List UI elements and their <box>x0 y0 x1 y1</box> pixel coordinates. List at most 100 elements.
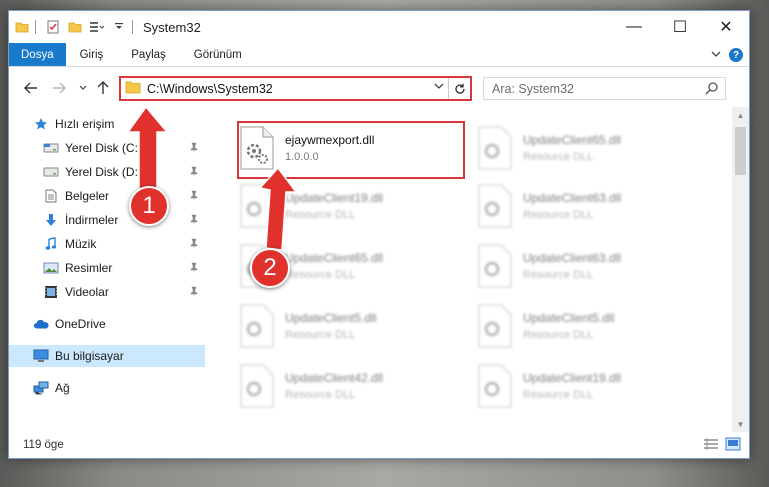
file-description: Resource DLL <box>285 389 356 401</box>
file-item[interactable]: UpdateClient63.dll Resource DLL <box>467 239 693 293</box>
sidebar-item-label: Bu bilgisayar <box>55 349 124 363</box>
scroll-thumb[interactable] <box>735 127 746 175</box>
sidebar-item-network[interactable]: Ağ <box>9 377 205 399</box>
cloud-icon <box>33 316 49 332</box>
download-icon <box>43 212 59 228</box>
file-item[interactable]: UpdateClient42.dll Resource DLL <box>229 359 455 413</box>
customize-toolbar-icon[interactable] <box>88 18 106 36</box>
file-name: UpdateClient19.dll <box>523 371 622 385</box>
new-folder-icon[interactable] <box>66 18 84 36</box>
sidebar-item-pictures[interactable]: Resimler <box>9 257 205 279</box>
computer-icon <box>33 348 49 364</box>
dll-file-icon <box>237 363 277 409</box>
pin-icon[interactable] <box>189 238 199 248</box>
tab-dosya[interactable]: Dosya <box>9 43 66 66</box>
close-button[interactable]: ✕ <box>703 11 749 43</box>
pin-icon[interactable] <box>189 214 199 224</box>
back-button[interactable] <box>21 77 41 99</box>
search-input[interactable] <box>492 81 692 96</box>
tab-paylas[interactable]: Paylaş <box>117 43 180 66</box>
ribbon-tabs: Dosya Giriş Paylaş Görünüm ? <box>9 43 749 67</box>
address-bar[interactable]: C:\Windows\System32 <box>119 76 472 101</box>
title-bar: System32 — ☐ ✕ <box>9 11 749 43</box>
up-button[interactable] <box>93 77 113 99</box>
star-icon <box>33 116 49 132</box>
file-item[interactable]: UpdateClient63.dll Resource DLL <box>467 179 693 233</box>
sidebar-item-documents[interactable]: Belgeler <box>9 185 205 207</box>
address-path[interactable]: C:\Windows\System32 <box>147 82 273 96</box>
chevron-down-icon[interactable] <box>711 48 721 62</box>
tab-gorunum[interactable]: Görünüm <box>180 43 256 66</box>
details-view-icon[interactable] <box>703 437 719 454</box>
tab-giris[interactable]: Giriş <box>66 43 118 66</box>
sidebar-item-quick-access[interactable]: Hızlı erişim <box>9 113 205 135</box>
large-icons-view-icon[interactable] <box>725 437 741 454</box>
file-description: Resource DLL <box>523 269 594 281</box>
file-item[interactable]: UpdateClient5.dll Resource DLL <box>467 299 693 353</box>
refresh-button[interactable] <box>448 78 470 99</box>
pictures-icon <box>43 260 59 276</box>
address-dropdown-icon[interactable] <box>434 81 444 93</box>
toolbar-separator <box>35 20 36 34</box>
dll-file-icon <box>475 125 515 171</box>
sidebar-item-videos[interactable]: Videolar <box>9 281 205 303</box>
sidebar-item-this-pc[interactable]: Bu bilgisayar <box>9 345 205 367</box>
file-name: UpdateClient42.dll <box>285 371 384 385</box>
search-icon[interactable] <box>705 81 719 98</box>
scroll-up-arrow[interactable]: ▲ <box>732 107 749 123</box>
sidebar-item-label: Müzik <box>65 237 97 251</box>
document-icon <box>43 188 59 204</box>
highlight-box <box>237 121 465 179</box>
step-badge-2: 2 <box>250 248 290 288</box>
pin-icon[interactable] <box>189 262 199 272</box>
file-description: Resource DLL <box>285 269 356 281</box>
file-name: UpdateClient5.dll <box>285 311 377 325</box>
sidebar-item-onedrive[interactable]: OneDrive <box>9 313 205 335</box>
sidebar-item-downloads[interactable]: İndirmeler <box>9 209 205 231</box>
dll-file-icon <box>475 243 515 289</box>
sidebar-item-local-disk-c[interactable]: Yerel Disk (C:) <box>9 137 205 159</box>
quick-access-dropdown-icon[interactable] <box>110 18 128 36</box>
dll-file-icon <box>475 183 515 229</box>
file-item[interactable]: UpdateClient65.dll Resource DLL <box>467 121 693 175</box>
recent-locations-button[interactable] <box>73 77 93 99</box>
file-name: UpdateClient63.dll <box>523 251 622 265</box>
item-count: 119 öge <box>23 439 64 451</box>
sidebar-item-label: Belgeler <box>65 189 110 203</box>
pin-icon[interactable] <box>189 190 199 200</box>
title-separator <box>132 20 133 34</box>
ribbon-right-controls: ? <box>711 43 743 67</box>
sidebar-item-label: Yerel Disk (D:) <box>65 165 142 179</box>
file-description: Resource DLL <box>523 151 594 163</box>
maximize-button[interactable]: ☐ <box>657 11 703 43</box>
minimize-button[interactable]: — <box>611 11 657 43</box>
folder-icon <box>13 18 31 36</box>
scroll-down-arrow[interactable]: ▼ <box>732 416 749 432</box>
drive-icon <box>43 140 59 156</box>
help-button[interactable]: ? <box>729 48 743 62</box>
sidebar-item-local-disk-d[interactable]: Yerel Disk (D:) <box>9 161 205 183</box>
window-title: System32 <box>143 19 201 35</box>
pin-icon[interactable] <box>189 166 199 176</box>
forward-button[interactable] <box>49 77 69 99</box>
music-icon <box>43 236 59 252</box>
file-name: UpdateClient5.dll <box>523 311 615 325</box>
sidebar-item-music[interactable]: Müzik <box>9 233 205 255</box>
sidebar-item-label: Hızlı erişim <box>55 117 115 131</box>
arrow-right-icon <box>53 82 66 94</box>
dll-file-icon <box>237 303 277 349</box>
pin-icon[interactable] <box>189 286 199 296</box>
arrow-up-icon <box>97 81 109 94</box>
file-description: Resource DLL <box>523 389 594 401</box>
file-item[interactable]: UpdateClient19.dll Resource DLL <box>467 359 693 413</box>
pin-icon[interactable] <box>189 142 199 152</box>
sidebar-item-label: OneDrive <box>55 317 106 331</box>
sidebar-item-label: Resimler <box>65 261 113 275</box>
properties-icon[interactable] <box>44 18 62 36</box>
vertical-scrollbar[interactable]: ▲ ▼ <box>732 107 749 432</box>
file-item[interactable]: UpdateClient19.dll Resource DLL <box>229 179 455 233</box>
explorer-window: System32 — ☐ ✕ Dosya Giriş Paylaş Görünü… <box>8 10 750 459</box>
search-box[interactable] <box>483 77 726 100</box>
file-item[interactable]: UpdateClient5.dll Resource DLL <box>229 299 455 353</box>
video-icon <box>43 284 59 300</box>
